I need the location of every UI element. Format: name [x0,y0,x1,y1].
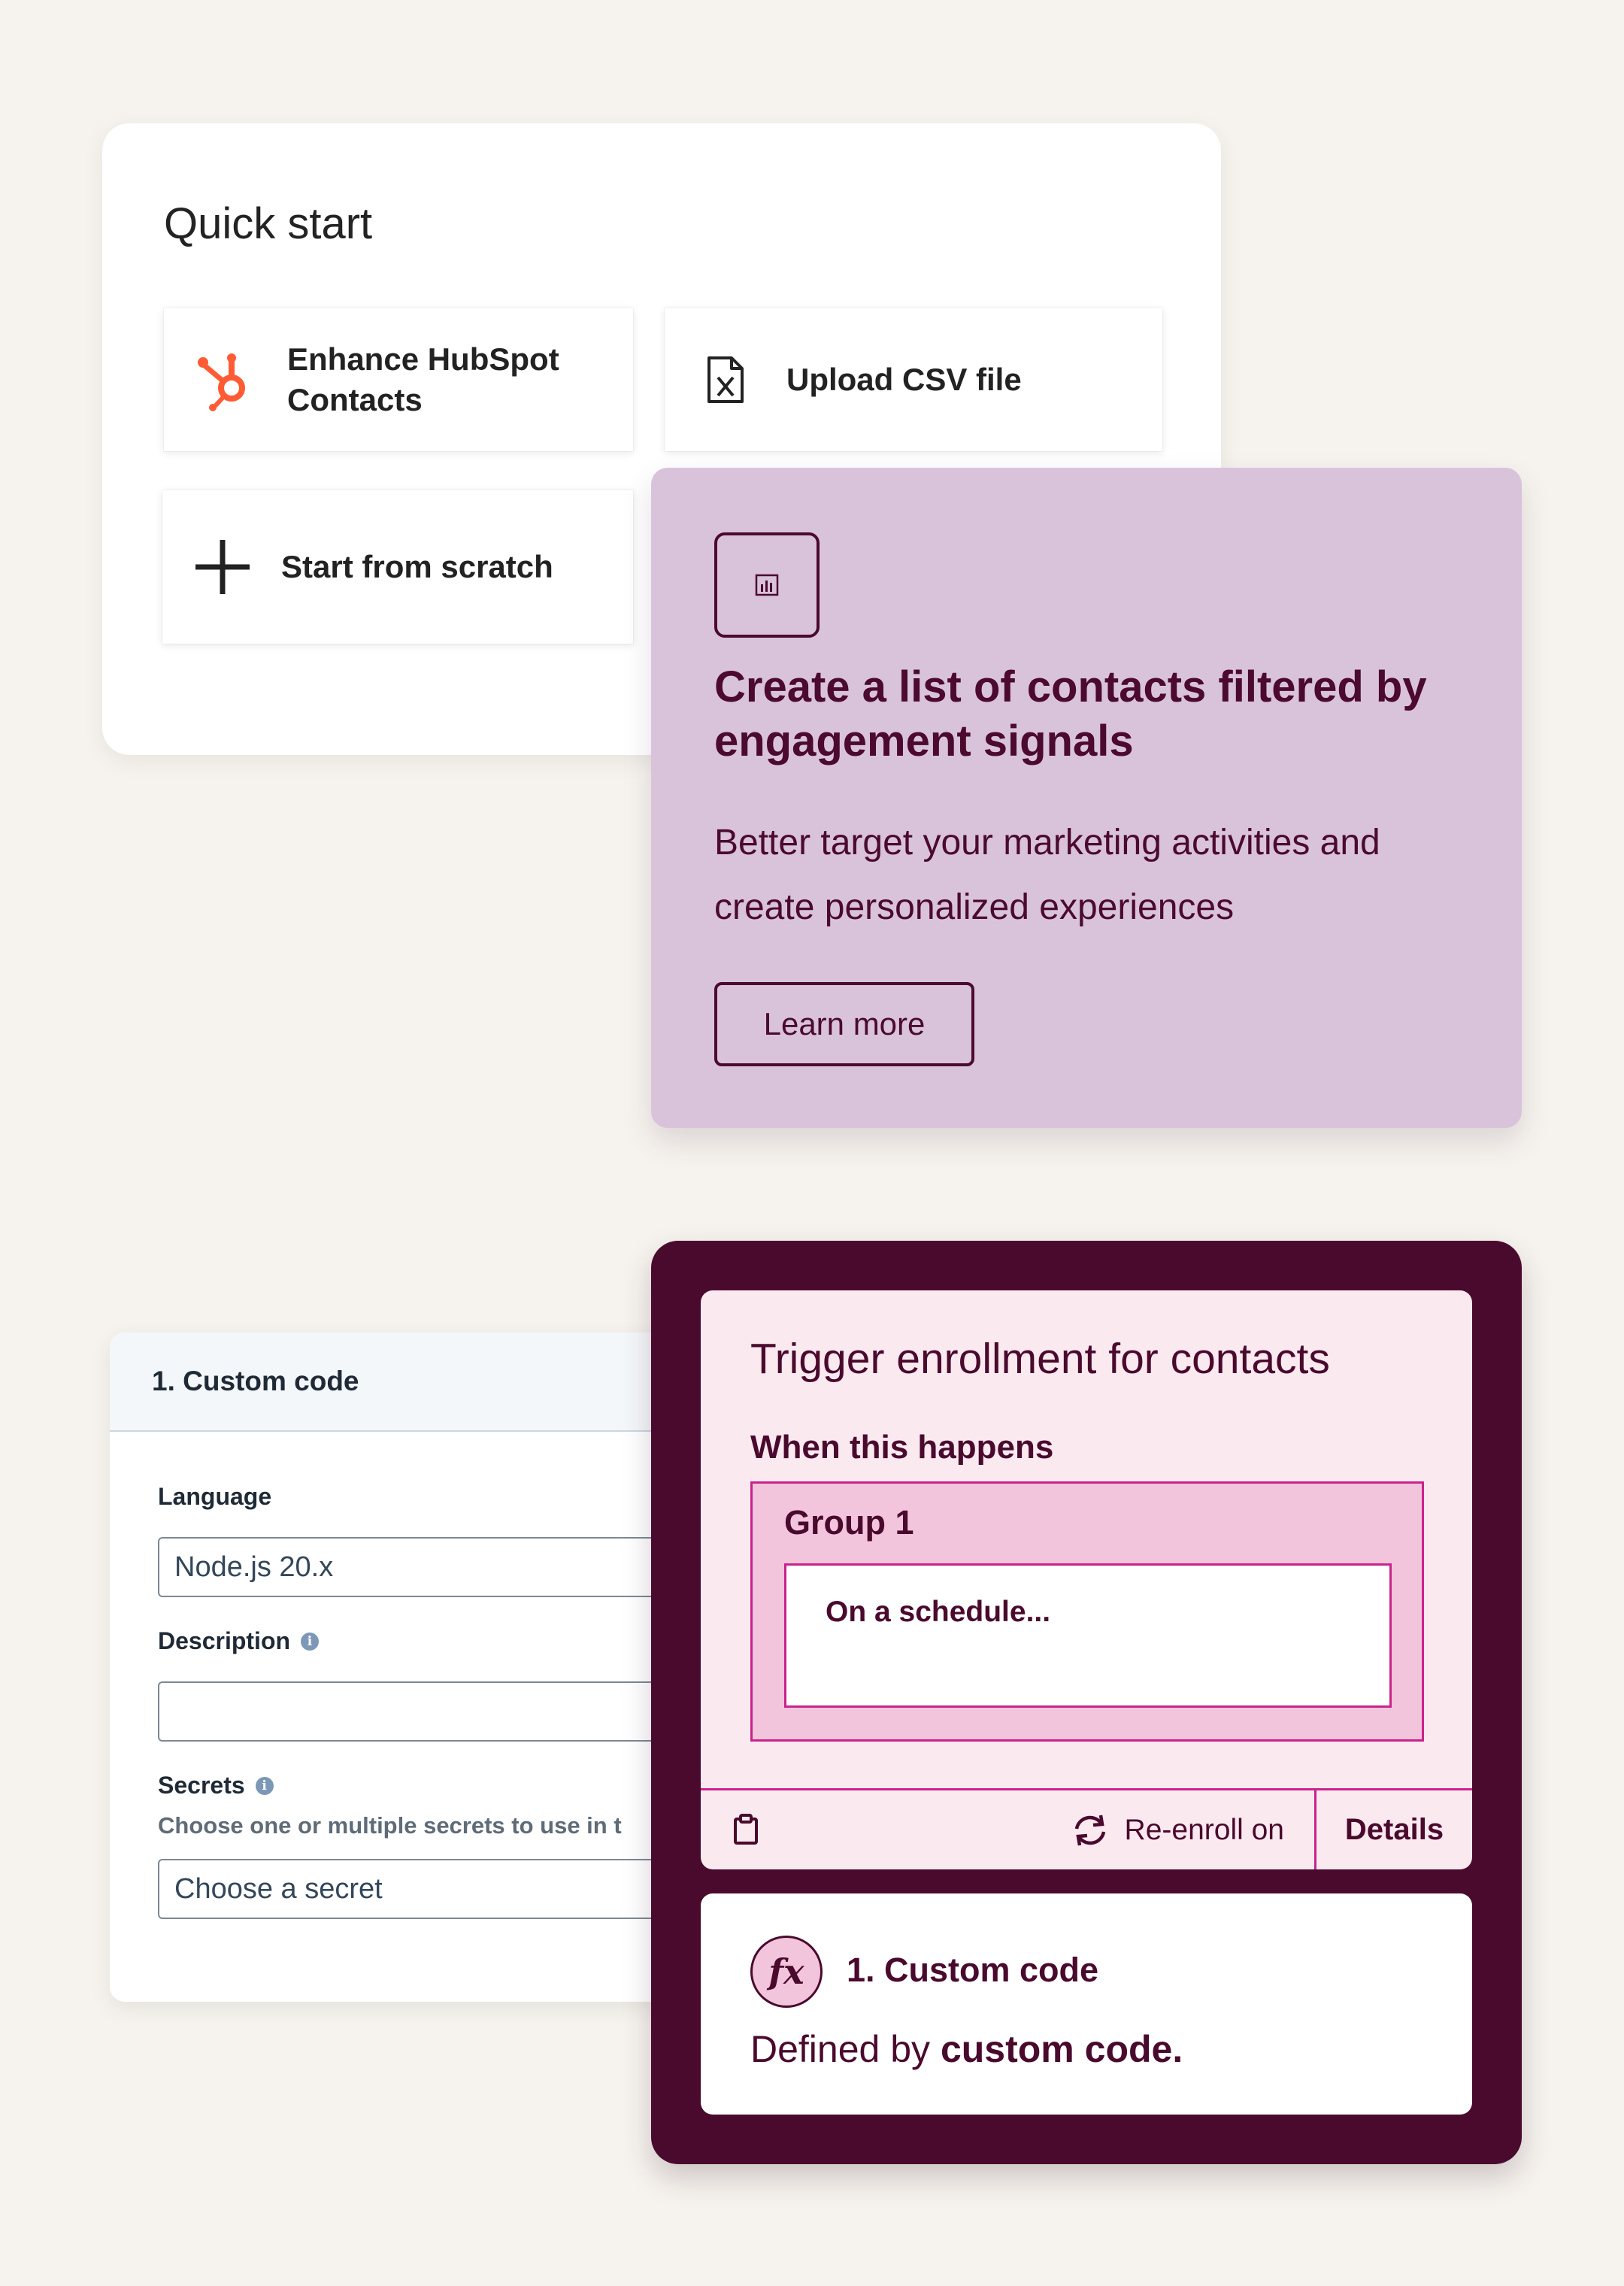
start-from-scratch-label: Start from scratch [281,549,553,584]
start-from-scratch-tile[interactable]: Start from scratch [162,490,633,644]
clipboard-icon[interactable] [731,1813,761,1846]
chart-icon [755,574,779,596]
plus-icon [192,537,253,597]
trigger-footer: Re-enroll on Details [701,1788,1472,1869]
details-button[interactable]: Details [1314,1790,1472,1869]
hubspot-logo-icon [197,347,254,412]
trigger-title: Trigger enrollment for contacts [750,1335,1330,1383]
quick-start-title: Quick start [164,199,373,248]
language-label-text: Language [158,1483,272,1510]
action-description-prefix: Defined by [750,2028,941,2070]
action-description-bold: custom code. [940,2028,1183,2070]
action-title: 1. Custom code [847,1951,1099,1989]
promo-description: Better target your marketing activities … [714,823,1380,927]
learn-more-button[interactable]: Learn more [714,982,974,1066]
secrets-info-icon[interactable]: i [255,1776,274,1795]
chart-icon-box [714,532,820,638]
enrollment-trigger-card[interactable]: Trigger enrollment for contacts When thi… [701,1290,1472,1869]
promo-title: Create a list of contacts filtered by en… [714,662,1427,766]
secrets-label: Secrets i [158,1772,274,1799]
custom-code-action-card[interactable]: fx 1. Custom code Defined by custom code… [701,1893,1472,2115]
trigger-subtitle: When this happens [750,1429,1054,1466]
workflow-card: Trigger enrollment for contacts When thi… [651,1241,1522,2164]
reenroll-status[interactable]: Re-enroll on [1071,1790,1284,1869]
description-info-icon[interactable]: i [301,1632,320,1651]
description-label: Description i [158,1627,320,1655]
trigger-group: Group 1 On a schedule... [750,1481,1424,1742]
upload-csv-file-tile[interactable]: Upload CSV file [665,308,1162,451]
fx-icon: fx [750,1936,823,2008]
reenroll-label: Re-enroll on [1124,1813,1284,1846]
description-label-text: Description [158,1627,291,1654]
enhance-hubspot-contacts-tile[interactable]: Enhance HubSpot Contacts [164,308,633,451]
secrets-select-placeholder: Choose a secret [174,1872,383,1905]
engagement-list-promo-card: Create a list of contacts filtered by en… [651,468,1522,1128]
secrets-label-text: Secrets [158,1772,245,1799]
language-select-value: Node.js 20.x [174,1551,334,1583]
upload-csv-file-label: Upload CSV file [786,362,1022,397]
refresh-icon [1071,1814,1110,1847]
csv-file-icon [702,352,749,408]
secrets-help-text: Choose one or multiple secrets to use in… [158,1812,622,1839]
group-label: Group 1 [784,1503,914,1542]
schedule-condition[interactable]: On a schedule... [784,1563,1392,1708]
action-description: Defined by custom code. [750,2027,1183,2071]
schedule-condition-label: On a schedule... [826,1596,1051,1628]
enhance-hubspot-contacts-label: Enhance HubSpot Contacts [287,341,559,417]
language-label: Language [158,1483,271,1511]
